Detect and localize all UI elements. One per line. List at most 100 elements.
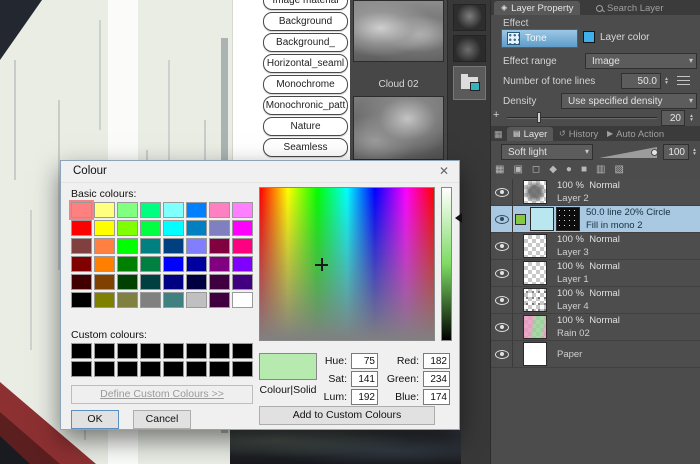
basic-colour-swatch[interactable] — [163, 202, 184, 218]
opacity-slider[interactable] — [599, 147, 657, 158]
basic-colour-swatch[interactable] — [232, 202, 253, 218]
sat-input[interactable]: 141 — [351, 371, 378, 387]
layer-thumbnail[interactable] — [556, 207, 580, 231]
basic-colour-swatch[interactable] — [140, 256, 161, 272]
luminance-slider-arrow[interactable] — [455, 213, 462, 223]
basic-colour-swatch[interactable] — [209, 256, 230, 272]
custom-colour-swatch[interactable] — [232, 343, 253, 359]
basic-colour-swatch[interactable] — [209, 220, 230, 236]
layer-thumbnail[interactable] — [523, 315, 547, 339]
blue-input[interactable]: 174 — [423, 389, 450, 405]
tone-lines-slider-icon[interactable] — [677, 76, 690, 86]
basic-colour-swatch[interactable] — [71, 274, 92, 290]
define-custom-colours-button[interactable]: Define Custom Colours >> — [71, 385, 253, 404]
layer-visibility-cell[interactable] — [491, 179, 513, 205]
basic-colour-swatch[interactable] — [71, 292, 92, 308]
layer-color-button[interactable]: Layer color — [583, 31, 649, 43]
basic-colour-swatch[interactable] — [94, 202, 115, 218]
basic-colour-swatch[interactable] — [94, 238, 115, 254]
material-item-button[interactable]: Monochrome — [263, 75, 348, 94]
close-icon[interactable]: ✕ — [439, 164, 449, 178]
custom-colour-swatch[interactable] — [209, 343, 230, 359]
basic-colour-swatch[interactable] — [140, 220, 161, 236]
tab-layer[interactable]: ▤ Layer — [507, 127, 554, 141]
blend-mode-dropdown[interactable]: Soft light ▾ — [501, 144, 593, 160]
hue-input[interactable]: 75 — [351, 353, 378, 369]
basic-colour-swatch[interactable] — [163, 256, 184, 272]
custom-colour-swatch[interactable] — [140, 361, 161, 377]
custom-colour-swatch[interactable] — [71, 361, 92, 377]
custom-colour-swatch[interactable] — [117, 343, 138, 359]
density-slider-value[interactable]: 20 — [661, 110, 685, 126]
eye-icon[interactable] — [494, 322, 509, 332]
spin-down-icon[interactable]: ▾ — [693, 152, 696, 157]
spin-down-icon[interactable]: ▾ — [665, 81, 668, 86]
custom-colour-swatch[interactable] — [94, 361, 115, 377]
tone-effect-button[interactable]: Tone — [501, 29, 578, 48]
basic-colour-swatch[interactable] — [186, 202, 207, 218]
material-item-button[interactable]: Horizontal_seaml — [263, 54, 348, 73]
material-item-button[interactable]: Nature — [263, 117, 348, 136]
basic-colour-swatch[interactable] — [209, 238, 230, 254]
pixel-lock-icon[interactable]: ▣ — [513, 164, 522, 175]
layer-thumbnail[interactable] — [523, 261, 547, 285]
layer-thumbnail[interactable] — [523, 234, 547, 258]
eye-icon[interactable] — [494, 214, 509, 224]
material-preview-image[interactable] — [230, 430, 461, 464]
colour-field[interactable] — [259, 187, 435, 341]
custom-colour-swatch[interactable] — [163, 343, 184, 359]
basic-colour-swatch[interactable] — [94, 274, 115, 290]
custom-colour-swatch[interactable] — [186, 361, 207, 377]
clip-icon[interactable]: ■ — [581, 164, 587, 175]
tone-lines-spinner[interactable]: ▴ ▾ — [662, 73, 671, 89]
basic-colour-swatch[interactable] — [209, 274, 230, 290]
dialog-title-bar[interactable]: Colour ✕ — [61, 161, 459, 183]
basic-colour-swatch[interactable] — [117, 220, 138, 236]
layer-thumbnail[interactable] — [523, 288, 547, 312]
green-input[interactable]: 234 — [423, 371, 450, 387]
basic-colour-swatch[interactable] — [232, 238, 253, 254]
basic-colour-swatch[interactable] — [94, 220, 115, 236]
spin-down-icon[interactable]: ▾ — [690, 118, 693, 123]
layer-row[interactable]: 100 % Normal Layer 1 — [491, 260, 700, 287]
material-item-button[interactable]: Background_ — [263, 33, 348, 52]
custom-colour-swatch[interactable] — [117, 361, 138, 377]
custom-colour-swatch[interactable] — [140, 343, 161, 359]
basic-colour-swatch[interactable] — [186, 274, 207, 290]
basic-colour-swatch[interactable] — [232, 292, 253, 308]
basic-colour-swatch[interactable] — [163, 220, 184, 236]
basic-colour-swatch[interactable] — [186, 220, 207, 236]
layer-visibility-cell[interactable] — [491, 314, 513, 340]
layer-row[interactable]: 100 % Normal Layer 3 — [491, 233, 700, 260]
layer-row[interactable]: 100 % Normal Layer 4 — [491, 287, 700, 314]
density-dropdown[interactable]: Use specified density ▾ — [561, 93, 697, 109]
basic-colour-swatch[interactable] — [140, 292, 161, 308]
layer-visibility-cell[interactable] — [491, 206, 513, 232]
tone-lines-input[interactable]: 50.0 — [621, 73, 661, 89]
ok-button[interactable]: OK — [71, 410, 119, 429]
basic-colour-swatch[interactable] — [232, 274, 253, 290]
luminance-bar[interactable] — [441, 187, 452, 341]
basic-colour-swatch[interactable] — [117, 202, 138, 218]
tab-layer-property[interactable]: ◈ Layer Property — [494, 1, 581, 15]
layer-row[interactable]: 100 % Normal Rain 02 — [491, 314, 700, 341]
material-item-button[interactable]: Seamless — [263, 138, 348, 157]
basic-colour-swatch[interactable] — [140, 238, 161, 254]
basic-colour-swatch[interactable] — [186, 292, 207, 308]
red-input[interactable]: 182 — [423, 353, 450, 369]
set-color-icon[interactable]: ● — [566, 164, 572, 175]
tab-auto-action[interactable]: ▶ Auto Action — [601, 127, 670, 141]
effect-range-dropdown[interactable]: Image ▾ — [585, 53, 697, 69]
basic-colour-swatch[interactable] — [209, 202, 230, 218]
layer-row[interactable]: 50.0 line 20% Circle Fill in mono 2 — [491, 206, 700, 233]
layer-thumbnail[interactable] — [523, 342, 547, 366]
layer-visibility-cell[interactable] — [491, 233, 513, 259]
material-folder-button[interactable] — [453, 66, 486, 100]
material-thumbnail-cloud-1[interactable] — [353, 0, 444, 62]
tab-history[interactable]: ↺ History — [553, 127, 604, 141]
eye-icon[interactable] — [494, 349, 509, 359]
custom-colour-swatch[interactable] — [163, 361, 184, 377]
basic-colour-swatch[interactable] — [117, 238, 138, 254]
layer-visibility-cell[interactable] — [491, 287, 513, 313]
basic-colour-swatch[interactable] — [94, 256, 115, 272]
